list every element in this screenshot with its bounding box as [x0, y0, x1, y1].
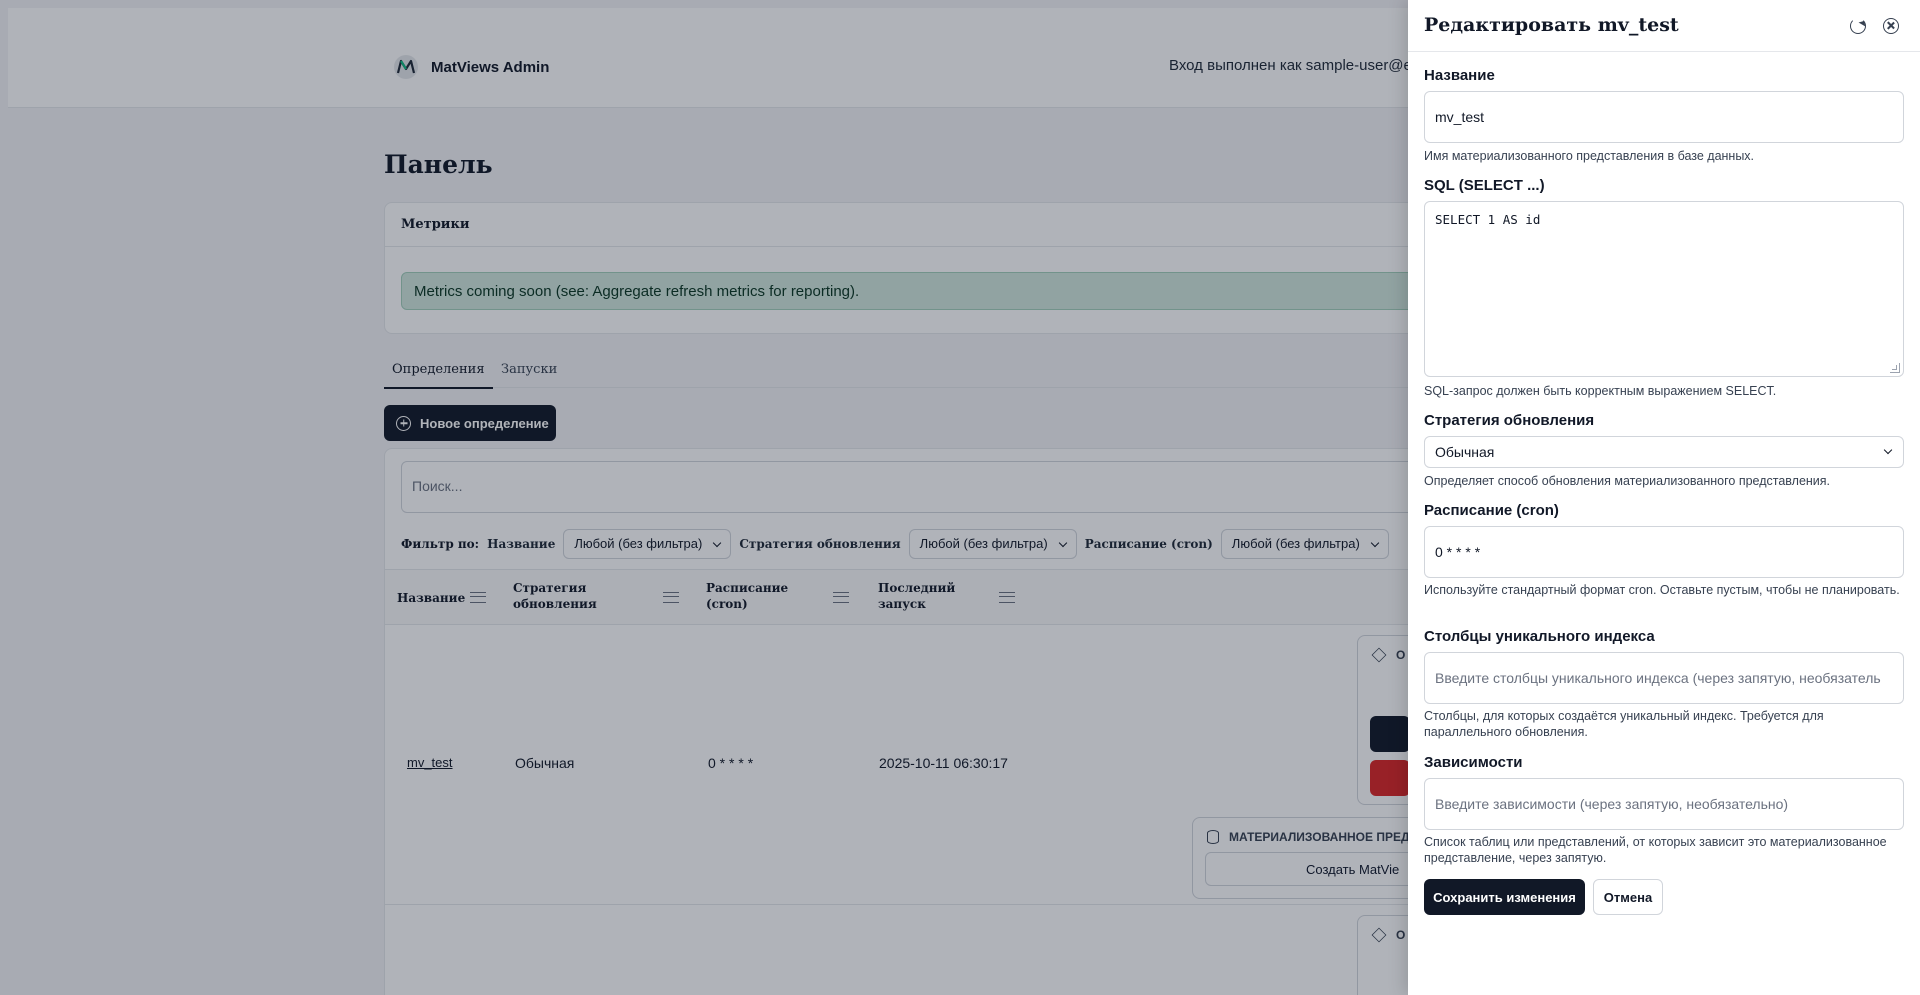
schedule-field-label: Расписание (cron): [1424, 502, 1559, 519]
resize-handle-icon[interactable]: [1890, 363, 1900, 373]
sql-textarea[interactable]: SELECT 1 AS id: [1424, 201, 1904, 377]
strategy-select[interactable]: Обычная: [1424, 436, 1904, 468]
drawer-header: Редактировать mv_test: [1408, 0, 1920, 52]
refresh-icon[interactable]: [1850, 18, 1866, 34]
dependencies-input[interactable]: Введите зависимости (через запятую, необ…: [1424, 778, 1904, 830]
sql-text: SELECT 1 AS id: [1435, 212, 1541, 227]
edit-drawer: Редактировать mv_test Название mv_test И…: [1408, 0, 1920, 995]
drawer-title: Редактировать mv_test: [1424, 14, 1679, 36]
name-field-label: Название: [1424, 67, 1495, 84]
sql-help: SQL-запрос должен быть корректным выраже…: [1424, 384, 1777, 398]
dependencies-help: Список таблиц или представлений, от кото…: [1424, 835, 1887, 865]
save-changes-button[interactable]: Сохранить изменения: [1424, 879, 1585, 915]
unique-index-help: Столбцы, для которых создаётся уникальны…: [1424, 709, 1824, 739]
schedule-help: Используйте стандартный формат cron. Ост…: [1424, 583, 1900, 597]
dependencies-field-label: Зависимости: [1424, 754, 1523, 771]
strategy-help: Определяет способ обновления материализо…: [1424, 474, 1831, 488]
schedule-input[interactable]: 0 * * * *: [1424, 526, 1904, 578]
close-icon[interactable]: [1883, 18, 1899, 34]
name-help: Имя материализованного представления в б…: [1424, 149, 1755, 163]
cancel-button[interactable]: Отмена: [1593, 879, 1663, 915]
strategy-field-label: Стратегия обновления: [1424, 412, 1595, 429]
unique-index-input[interactable]: Введите столбцы уникального индекса (чер…: [1424, 652, 1904, 704]
unique-index-field-label: Столбцы уникального индекса: [1424, 628, 1655, 645]
sql-field-label: SQL (SELECT ...): [1424, 177, 1545, 194]
name-input[interactable]: mv_test: [1424, 91, 1904, 143]
